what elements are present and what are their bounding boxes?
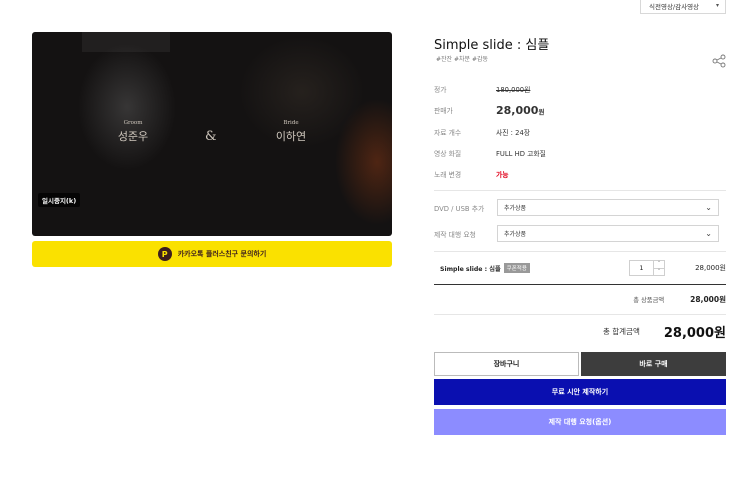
divider (434, 314, 726, 315)
option-agent-request-select[interactable]: 추가상품 ⌄ (497, 225, 719, 242)
video-overlay-blur (82, 32, 170, 52)
divider (434, 284, 726, 285)
groom-role: Groom (123, 120, 143, 126)
quantity-value[interactable]: 1 (630, 261, 653, 275)
category-dropdown[interactable]: 식전영상/감사영상 ▾ (640, 0, 726, 14)
product-title: Simple slide : 심플 (434, 38, 550, 53)
sale-price-value: 28,000원 (496, 103, 545, 117)
groom-label: Groom 성준우 (112, 120, 154, 144)
option-dvd-usb: DVD / USB 추가 추가상품 ⌄ (434, 199, 719, 216)
product-tags: #잔잔 #차분 #감동 (436, 56, 489, 63)
divider (434, 251, 726, 252)
photo-count-label: 자료 개수 (434, 129, 462, 137)
total-label: 총 합계금액 (602, 327, 640, 336)
buy-now-button[interactable]: 바로 구매 (581, 352, 726, 376)
quantity-stepper[interactable]: 1 ˄ ˅ (629, 260, 665, 276)
pause-indicator[interactable]: 일시중지(k) (38, 193, 81, 207)
list-price-value: 180,000원 (496, 86, 531, 94)
bride-name: 이하연 (275, 130, 307, 143)
option-agent-request-placeholder: 추가상품 (504, 231, 527, 238)
bride-label: Bride 이하연 (270, 120, 312, 144)
selected-item-row: Simple slide : 심플 쿠폰적용 1 ˄ ˅ 28,000원 (434, 257, 726, 279)
option-agent-request-label: 제작 대행 요청 (434, 230, 476, 239)
coupon-badge: 쿠폰적용 (503, 263, 530, 273)
list-price-row: 정가 180,000원 (434, 83, 530, 95)
total-value: 28,000원 (663, 326, 726, 341)
song-change-value: 가능 (496, 171, 509, 179)
chevron-down-icon: ▾ (715, 2, 719, 9)
sale-price-label: 판매가 (434, 107, 453, 115)
photo-count-value: 사진 : 24장 (496, 129, 531, 137)
bride-role: Bride (283, 120, 299, 126)
list-price-label: 정가 (434, 86, 447, 94)
video-quality-label: 영상 화질 (434, 150, 462, 158)
chevron-down-icon: ⌄ (705, 229, 712, 238)
total-row: 총 합계금액 28,000원 (603, 322, 726, 341)
song-change-label: 노래 변경 (434, 171, 462, 179)
quantity-down-icon[interactable]: ˅ (654, 267, 664, 276)
agent-request-button[interactable]: 제작 대행 요청(옵션) (434, 409, 726, 435)
selected-item-price: 28,000원 (695, 264, 726, 272)
option-agent-request: 제작 대행 요청 추가상품 ⌄ (434, 225, 719, 242)
photo-count-row: 자료 개수 사진 : 24장 (434, 126, 530, 138)
ampersand: & (205, 129, 217, 144)
video-quality-value: FULL HD 고화질 (496, 150, 546, 158)
subtotal-label: 총 상품금액 (633, 297, 665, 304)
subtotal-value: 28,000원 (690, 295, 726, 304)
option-dvd-usb-select[interactable]: 추가상품 ⌄ (497, 199, 719, 216)
subtotal-row: 총 상품금액 28,000원 (633, 294, 726, 305)
category-dropdown-value: 식전영상/감사영상 (649, 2, 700, 11)
option-dvd-usb-placeholder: 추가상품 (504, 205, 527, 212)
selected-item-name: Simple slide : 심플 (440, 265, 501, 273)
cart-button[interactable]: 장바구니 (434, 352, 579, 376)
video-player[interactable]: Groom 성준우 & Bride 이하연 일시중지(k) (32, 32, 392, 236)
kakao-inquiry-button[interactable]: P 카카오톡 플러스친구 문의하기 (32, 241, 392, 267)
groom-name: 성준우 (117, 130, 149, 143)
free-trial-button[interactable]: 무료 시안 제작하기 (434, 379, 726, 405)
option-dvd-usb-label: DVD / USB 추가 (434, 204, 485, 213)
song-change-row: 노래 변경 가능 (434, 168, 509, 180)
divider (434, 190, 726, 191)
chevron-down-icon: ⌄ (705, 203, 712, 212)
kakao-inquiry-label: 카카오톡 플러스친구 문의하기 (177, 250, 267, 258)
share-icon[interactable] (712, 54, 726, 68)
kakao-plus-friend-icon: P (157, 247, 172, 261)
sale-price-row: 판매가 28,000원 (434, 103, 545, 117)
video-quality-row: 영상 화질 FULL HD 고화질 (434, 147, 546, 159)
